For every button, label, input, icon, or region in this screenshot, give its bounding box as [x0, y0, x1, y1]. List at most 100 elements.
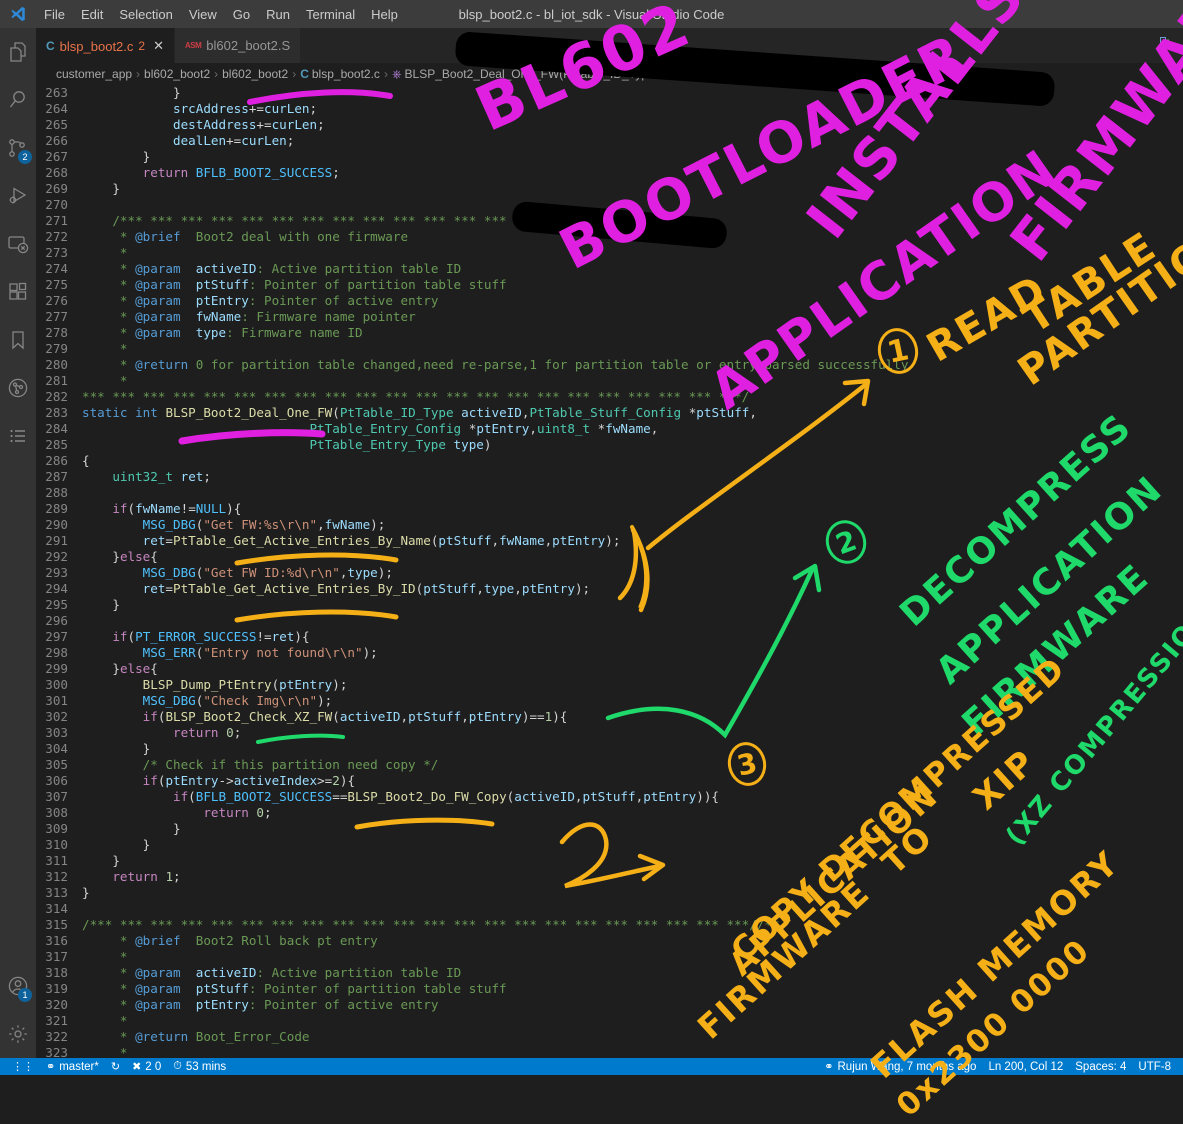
- sidebar-item-accounts[interactable]: 1: [0, 962, 36, 1010]
- code-line[interactable]: 307 if(BFLB_BOOT2_SUCCESS==BLSP_Boot2_Do…: [36, 789, 1183, 805]
- line-content[interactable]: destAddress+=curLen;: [82, 117, 1183, 133]
- line-content[interactable]: *: [82, 1045, 1183, 1058]
- status-remote-indicator[interactable]: ⋮⋮: [6, 1058, 40, 1075]
- line-content[interactable]: *: [82, 341, 1183, 357]
- line-content[interactable]: *: [82, 245, 1183, 261]
- breadcrumb[interactable]: customer_app › bl602_boot2 › bl602_boot2…: [36, 63, 1183, 85]
- code-line[interactable]: 313}: [36, 885, 1183, 901]
- breadcrumb-item-1[interactable]: bl602_boot2: [144, 67, 210, 81]
- code-line[interactable]: 298 MSG_ERR("Entry not found\r\n");: [36, 645, 1183, 661]
- code-line[interactable]: 314: [36, 901, 1183, 917]
- code-line[interactable]: 305 /* Check if this partition need copy…: [36, 757, 1183, 773]
- breadcrumb-item-3[interactable]: Cblsp_boot2.c: [300, 67, 380, 81]
- line-content[interactable]: [82, 197, 1183, 213]
- code-line[interactable]: 312 return 1;: [36, 869, 1183, 885]
- code-line[interactable]: 284 PtTable_Entry_Config *ptEntry,uint8_…: [36, 421, 1183, 437]
- code-line[interactable]: 294 ret=PtTable_Get_Active_Entries_By_ID…: [36, 581, 1183, 597]
- status-cursor-position[interactable]: Ln 200, Col 12: [982, 1058, 1069, 1075]
- status-timer[interactable]: ⏱ 53 mins: [167, 1058, 232, 1075]
- code-line[interactable]: 275 * @param ptStuff: Pointer of partiti…: [36, 277, 1183, 293]
- sidebar-item-manage[interactable]: [0, 1010, 36, 1058]
- status-sync[interactable]: ↻: [105, 1058, 126, 1075]
- line-content[interactable]: *: [82, 949, 1183, 965]
- line-content[interactable]: [82, 613, 1183, 629]
- breadcrumb-item-0[interactable]: customer_app: [56, 67, 132, 81]
- line-content[interactable]: uint32_t ret;: [82, 469, 1183, 485]
- line-content[interactable]: * @param ptEntry: Pointer of active entr…: [82, 997, 1183, 1013]
- line-content[interactable]: if(fwName!=NULL){: [82, 501, 1183, 517]
- line-content[interactable]: if(ptEntry->activeIndex>=2){: [82, 773, 1183, 789]
- line-content[interactable]: MSG_ERR("Entry not found\r\n");: [82, 645, 1183, 661]
- menu-help[interactable]: Help: [363, 5, 406, 24]
- code-line[interactable]: 282*** *** *** *** *** *** *** *** *** *…: [36, 389, 1183, 405]
- code-line[interactable]: 317 *: [36, 949, 1183, 965]
- line-content[interactable]: * @param fwName: Firmware name pointer: [82, 309, 1183, 325]
- code-line[interactable]: 269 }: [36, 181, 1183, 197]
- code-line[interactable]: 290 MSG_DBG("Get FW:%s\r\n",fwName);: [36, 517, 1183, 533]
- code-line[interactable]: 281 *: [36, 373, 1183, 389]
- code-line[interactable]: 316 * @brief Boot2 Roll back pt entry: [36, 933, 1183, 949]
- line-content[interactable]: }: [82, 597, 1183, 613]
- status-problems[interactable]: ✖ 2 0: [126, 1058, 167, 1075]
- code-line[interactable]: 304 }: [36, 741, 1183, 757]
- line-content[interactable]: if(PT_ERROR_SUCCESS!=ret){: [82, 629, 1183, 645]
- line-content[interactable]: PtTable_Entry_Type type): [82, 437, 1183, 453]
- sidebar-item-search[interactable]: [0, 76, 36, 124]
- code-line[interactable]: 263 }: [36, 85, 1183, 101]
- code-line[interactable]: 270: [36, 197, 1183, 213]
- line-content[interactable]: [82, 901, 1183, 917]
- code-line[interactable]: 292 }else{: [36, 549, 1183, 565]
- line-content[interactable]: /*** *** *** *** *** *** *** *** *** ***…: [82, 213, 1183, 229]
- code-line[interactable]: 288: [36, 485, 1183, 501]
- code-line[interactable]: 297 if(PT_ERROR_SUCCESS!=ret){: [36, 629, 1183, 645]
- line-content[interactable]: *: [82, 373, 1183, 389]
- line-content[interactable]: dealLen+=curLen;: [82, 133, 1183, 149]
- sidebar-item-outline[interactable]: [0, 412, 36, 460]
- menu-selection[interactable]: Selection: [111, 5, 180, 24]
- line-content[interactable]: MSG_DBG("Check Img\r\n");: [82, 693, 1183, 709]
- code-line[interactable]: 321 *: [36, 1013, 1183, 1029]
- line-content[interactable]: /* Check if this partition need copy */: [82, 757, 1183, 773]
- line-content[interactable]: static int BLSP_Boot2_Deal_One_FW(PtTabl…: [82, 405, 1183, 421]
- line-content[interactable]: }else{: [82, 549, 1183, 565]
- code-line[interactable]: 291 ret=PtTable_Get_Active_Entries_By_Na…: [36, 533, 1183, 549]
- line-content[interactable]: *** *** *** *** *** *** *** *** *** *** …: [82, 389, 1183, 405]
- code-line[interactable]: 265 destAddress+=curLen;: [36, 117, 1183, 133]
- line-content[interactable]: /*** *** *** *** *** *** *** *** *** ***…: [82, 917, 1183, 933]
- line-content[interactable]: }: [82, 181, 1183, 197]
- code-line[interactable]: 299 }else{: [36, 661, 1183, 677]
- code-line[interactable]: 303 return 0;: [36, 725, 1183, 741]
- line-content[interactable]: return 0;: [82, 805, 1183, 821]
- code-line[interactable]: 309 }: [36, 821, 1183, 837]
- sidebar-item-run-and-debug[interactable]: [0, 172, 36, 220]
- code-line[interactable]: 272 * @brief Boot2 deal with one firmwar…: [36, 229, 1183, 245]
- code-line[interactable]: 271 /*** *** *** *** *** *** *** *** ***…: [36, 213, 1183, 229]
- line-content[interactable]: * @param ptStuff: Pointer of partition t…: [82, 981, 1183, 997]
- line-content[interactable]: * @param ptEntry: Pointer of active entr…: [82, 293, 1183, 309]
- line-content[interactable]: }: [82, 885, 1183, 901]
- status-branch[interactable]: ⚭ master*: [40, 1058, 105, 1075]
- line-content[interactable]: * @param ptStuff: Pointer of partition t…: [82, 277, 1183, 293]
- line-content[interactable]: *: [82, 1013, 1183, 1029]
- line-content[interactable]: [82, 485, 1183, 501]
- close-icon[interactable]: ✕: [153, 38, 164, 54]
- code-line[interactable]: 315/*** *** *** *** *** *** *** *** *** …: [36, 917, 1183, 933]
- line-content[interactable]: ret=PtTable_Get_Active_Entries_By_Name(p…: [82, 533, 1183, 549]
- line-content[interactable]: * @return 0 for partition table changed,…: [82, 357, 1183, 373]
- code-line[interactable]: 277 * @param fwName: Firmware name point…: [36, 309, 1183, 325]
- line-content[interactable]: * @brief Boot2 deal with one firmware: [82, 229, 1183, 245]
- line-content[interactable]: }else{: [82, 661, 1183, 677]
- menu-run[interactable]: Run: [258, 5, 298, 24]
- sidebar-item-remote-explorer[interactable]: [0, 220, 36, 268]
- code-line[interactable]: 278 * @param type: Firmware name ID: [36, 325, 1183, 341]
- code-line[interactable]: 280 * @return 0 for partition table chan…: [36, 357, 1183, 373]
- line-content[interactable]: ret=PtTable_Get_Active_Entries_By_ID(ptS…: [82, 581, 1183, 597]
- code-line[interactable]: 273 *: [36, 245, 1183, 261]
- menu-go[interactable]: Go: [225, 5, 258, 24]
- code-line[interactable]: 289 if(fwName!=NULL){: [36, 501, 1183, 517]
- line-content[interactable]: }: [82, 821, 1183, 837]
- code-line[interactable]: 310 }: [36, 837, 1183, 853]
- code-line[interactable]: 318 * @param activeID: Active partition …: [36, 965, 1183, 981]
- menu-edit[interactable]: Edit: [73, 5, 111, 24]
- code-line[interactable]: 320 * @param ptEntry: Pointer of active …: [36, 997, 1183, 1013]
